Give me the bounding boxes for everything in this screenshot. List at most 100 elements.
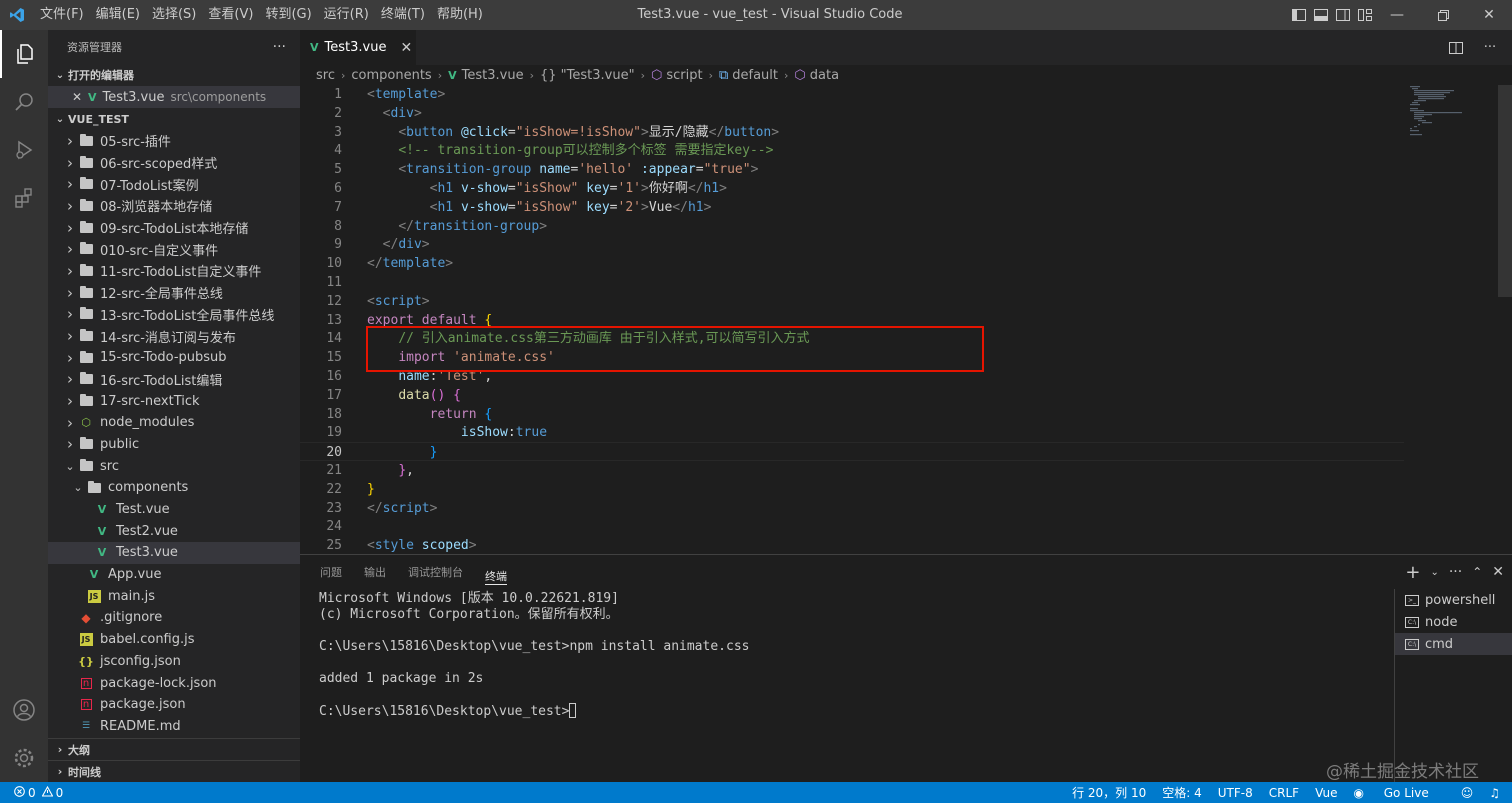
tree-item[interactable]: n package.json <box>48 694 300 716</box>
breadcrumb-item[interactable]: src <box>316 68 335 83</box>
tree-item[interactable]: › 05-src-插件 <box>48 130 300 152</box>
panel-tab[interactable]: 输出 <box>364 555 386 589</box>
tree-item[interactable]: V App.vue <box>48 564 300 586</box>
feedback-icon[interactable]: ☺ <box>1461 786 1474 800</box>
problems-status[interactable]: 0 0 <box>0 785 63 800</box>
menu-item[interactable]: 终端(T) <box>375 0 431 30</box>
split-editor-icon[interactable] <box>1444 41 1468 54</box>
restore-icon[interactable] <box>1420 0 1466 30</box>
toggle-primary-sidebar-icon[interactable] <box>1288 0 1310 30</box>
close-panel-icon[interactable]: ✕ <box>1492 564 1504 580</box>
more-actions-icon[interactable]: ··· <box>1478 40 1502 55</box>
tree-item[interactable]: ☰ README.md <box>48 716 300 738</box>
close-window-icon[interactable]: ✕ <box>1466 0 1512 30</box>
menu-item[interactable]: 帮助(H) <box>431 0 489 30</box>
menu-item[interactable]: 编辑(E) <box>90 0 146 30</box>
new-terminal-icon[interactable]: + <box>1405 562 1420 583</box>
panel-tab[interactable]: 调试控制台 <box>408 555 463 589</box>
code-editor[interactable]: 1 <template> 2 <div> 3 <button @click="isSh… <box>300 85 1512 554</box>
panel-tab[interactable]: 问题 <box>320 555 342 589</box>
language-mode[interactable]: Vue <box>1315 786 1337 800</box>
encoding[interactable]: UTF-8 <box>1218 786 1253 800</box>
cursor-position[interactable]: 行 20，列 10 <box>1072 784 1146 801</box>
open-editors-section[interactable]: ⌄ 打开的编辑器 <box>48 64 300 86</box>
tree-item[interactable]: ⌄ src <box>48 455 300 477</box>
menu-item[interactable]: 转到(G) <box>259 0 317 30</box>
extensions-icon[interactable] <box>0 174 48 222</box>
timeline-section[interactable]: › 时间线 <box>48 760 300 782</box>
settings-gear-icon[interactable] <box>0 734 48 782</box>
run-debug-icon[interactable] <box>0 126 48 174</box>
close-editor-icon[interactable]: ✕ <box>72 90 88 104</box>
tree-item[interactable]: › 12-src-全局事件总线 <box>48 282 300 304</box>
editor-scrollbar[interactable] <box>1498 85 1512 297</box>
tree-item[interactable]: › public <box>48 434 300 456</box>
terminal-instance[interactable]: C:\ cmd <box>1395 633 1512 655</box>
breadcrumb-item[interactable]: Test3.vue <box>462 68 524 83</box>
account-icon[interactable] <box>0 686 48 734</box>
breadcrumb-separator-icon: › <box>640 68 645 82</box>
tree-item[interactable]: › 09-src-TodoList本地存储 <box>48 217 300 239</box>
tab-test3-vue[interactable]: V Test3.vue ✕ <box>300 30 416 65</box>
menu-item[interactable]: 查看(V) <box>202 0 259 30</box>
explorer-icon[interactable] <box>0 30 48 78</box>
breadcrumb-item[interactable]: default <box>732 68 778 83</box>
tree-item[interactable]: {} jsconfig.json <box>48 651 300 673</box>
tree-item[interactable]: V Test2.vue <box>48 520 300 542</box>
tree-item[interactable]: V Test.vue <box>48 499 300 521</box>
open-editor-item[interactable]: ✕ V Test3.vue src\components <box>48 86 300 108</box>
tree-item[interactable]: › 07-TodoList案例 <box>48 173 300 195</box>
go-live-button[interactable]: ◉ Go Live <box>1353 786 1444 800</box>
terminal-instance[interactable]: C:\ node <box>1395 611 1512 633</box>
terminal-instance[interactable]: >_ powershell <box>1395 589 1512 611</box>
terminal-dropdown-icon[interactable]: ⌄ <box>1430 567 1438 578</box>
code-token: > <box>771 124 780 140</box>
outline-section[interactable]: › 大纲 <box>48 738 300 760</box>
code-token: h1 <box>687 199 704 215</box>
code-text: return { <box>367 405 493 424</box>
tree-item[interactable]: › 15-src-Todo-pubsub <box>48 347 300 369</box>
breadcrumb-item[interactable]: {} "Test3.vue" <box>540 68 635 83</box>
maximize-panel-icon[interactable]: ⌃ <box>1472 565 1482 579</box>
tree-item[interactable]: › 08-浏览器本地存储 <box>48 195 300 217</box>
code-text: </script> <box>367 499 437 518</box>
search-icon[interactable] <box>0 78 48 126</box>
code-token: > <box>468 538 477 554</box>
customize-layout-icon[interactable] <box>1354 0 1376 30</box>
tree-item[interactable]: JS babel.config.js <box>48 629 300 651</box>
breadcrumb-item[interactable]: script <box>666 68 702 83</box>
indentation[interactable]: 空格: 4 <box>1162 784 1202 801</box>
tree-item[interactable]: ⌄ components <box>48 477 300 499</box>
project-section[interactable]: ⌄ VUE_TEST <box>48 108 300 130</box>
more-actions-icon[interactable]: ··· <box>273 39 286 55</box>
panel-tab[interactable]: 终端 <box>485 559 507 585</box>
menu-item[interactable]: 运行(R) <box>318 0 375 30</box>
tree-item[interactable]: n package-lock.json <box>48 672 300 694</box>
close-tab-icon[interactable]: ✕ <box>400 40 412 56</box>
menu-item[interactable]: 选择(S) <box>146 0 202 30</box>
tree-item[interactable]: JS main.js <box>48 585 300 607</box>
tree-item[interactable]: › ⬡ node_modules <box>48 412 300 434</box>
tree-item[interactable]: V Test3.vue <box>48 542 300 564</box>
minimap[interactable] <box>1408 85 1498 554</box>
tree-item[interactable]: › 06-src-scoped样式 <box>48 152 300 174</box>
tree-item[interactable]: ◆ .gitignore <box>48 607 300 629</box>
status-bar: 0 0 行 20，列 10 空格: 4 UTF-8 CRLF Vue ◉ Go … <box>0 782 1512 803</box>
tree-item[interactable]: › 11-src-TodoList自定义事件 <box>48 260 300 282</box>
tree-item[interactable]: › 13-src-TodoList全局事件总线 <box>48 304 300 326</box>
menu-item[interactable]: 文件(F) <box>34 0 90 30</box>
tree-item[interactable]: › 17-src-nextTick <box>48 390 300 412</box>
notifications-bell-icon[interactable]: ♫ <box>1489 786 1500 800</box>
toggle-secondary-sidebar-icon[interactable] <box>1332 0 1354 30</box>
toggle-panel-icon[interactable] <box>1310 0 1332 30</box>
tree-item[interactable]: › 16-src-TodoList编辑 <box>48 369 300 391</box>
tree-item[interactable]: › 010-src-自定义事件 <box>48 238 300 260</box>
line-ending[interactable]: CRLF <box>1269 786 1299 800</box>
breadcrumb-item[interactable]: data <box>810 68 839 83</box>
minimize-icon[interactable]: — <box>1374 0 1420 30</box>
tree-item[interactable]: › 14-src-消息订阅与发布 <box>48 325 300 347</box>
breadcrumb-item[interactable]: components <box>351 68 431 83</box>
more-actions-icon[interactable]: ··· <box>1449 564 1462 580</box>
terminal-output[interactable]: Microsoft Windows [版本 10.0.22621.819] (c)… <box>319 591 1379 719</box>
